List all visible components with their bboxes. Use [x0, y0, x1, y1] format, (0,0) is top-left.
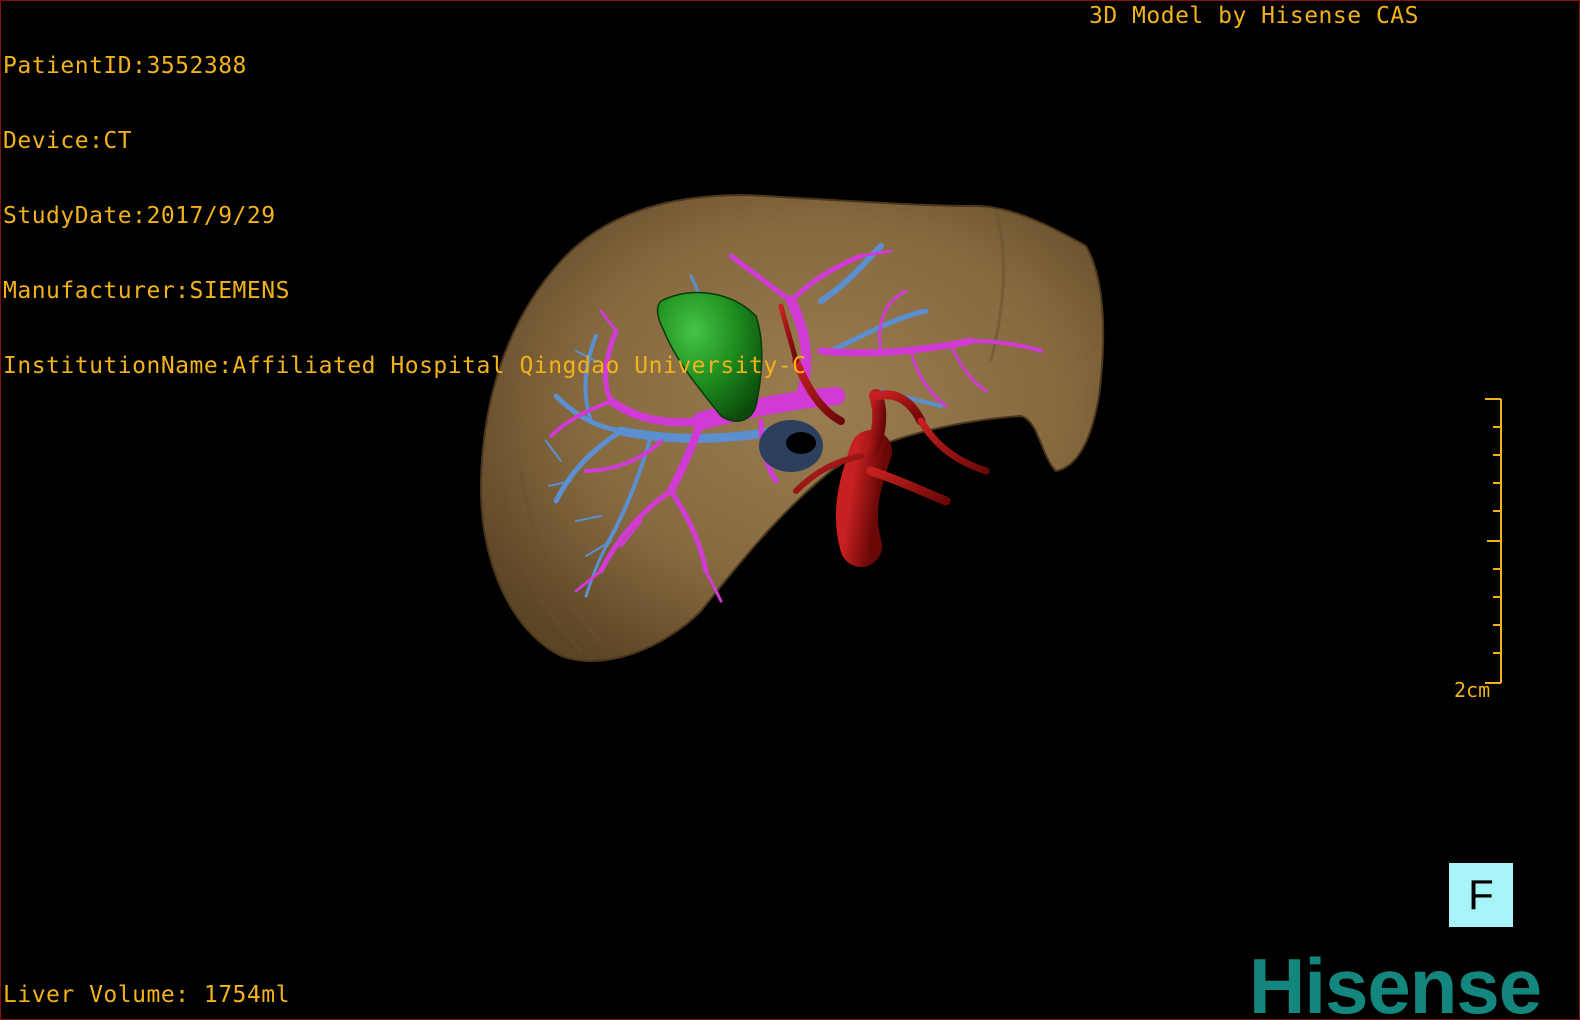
- institution-name: InstitutionName:Affiliated Hospital Qing…: [3, 353, 807, 379]
- model-credit: 3D Model by Hisense CAS: [1089, 3, 1419, 29]
- study-date: StudyDate:2017/9/29: [3, 203, 276, 229]
- 3d-viewport[interactable]: PatientID:3552388 Device:CT StudyDate:20…: [0, 0, 1580, 1020]
- device: Device:CT: [3, 128, 133, 154]
- patient-info-overlay: PatientID:3552388 Device:CT StudyDate:20…: [3, 4, 806, 429]
- orientation-indicator[interactable]: F: [1449, 863, 1513, 927]
- brand-logo: Hisense: [1249, 942, 1542, 1020]
- patient-id: PatientID:3552388: [3, 53, 247, 79]
- scale-bar-ticks: [1485, 398, 1502, 684]
- manufacturer: Manufacturer:SIEMENS: [3, 278, 290, 304]
- liver-volume: Liver Volume: 1754ml: [3, 982, 290, 1008]
- scale-label: 2cm: [1454, 678, 1491, 702]
